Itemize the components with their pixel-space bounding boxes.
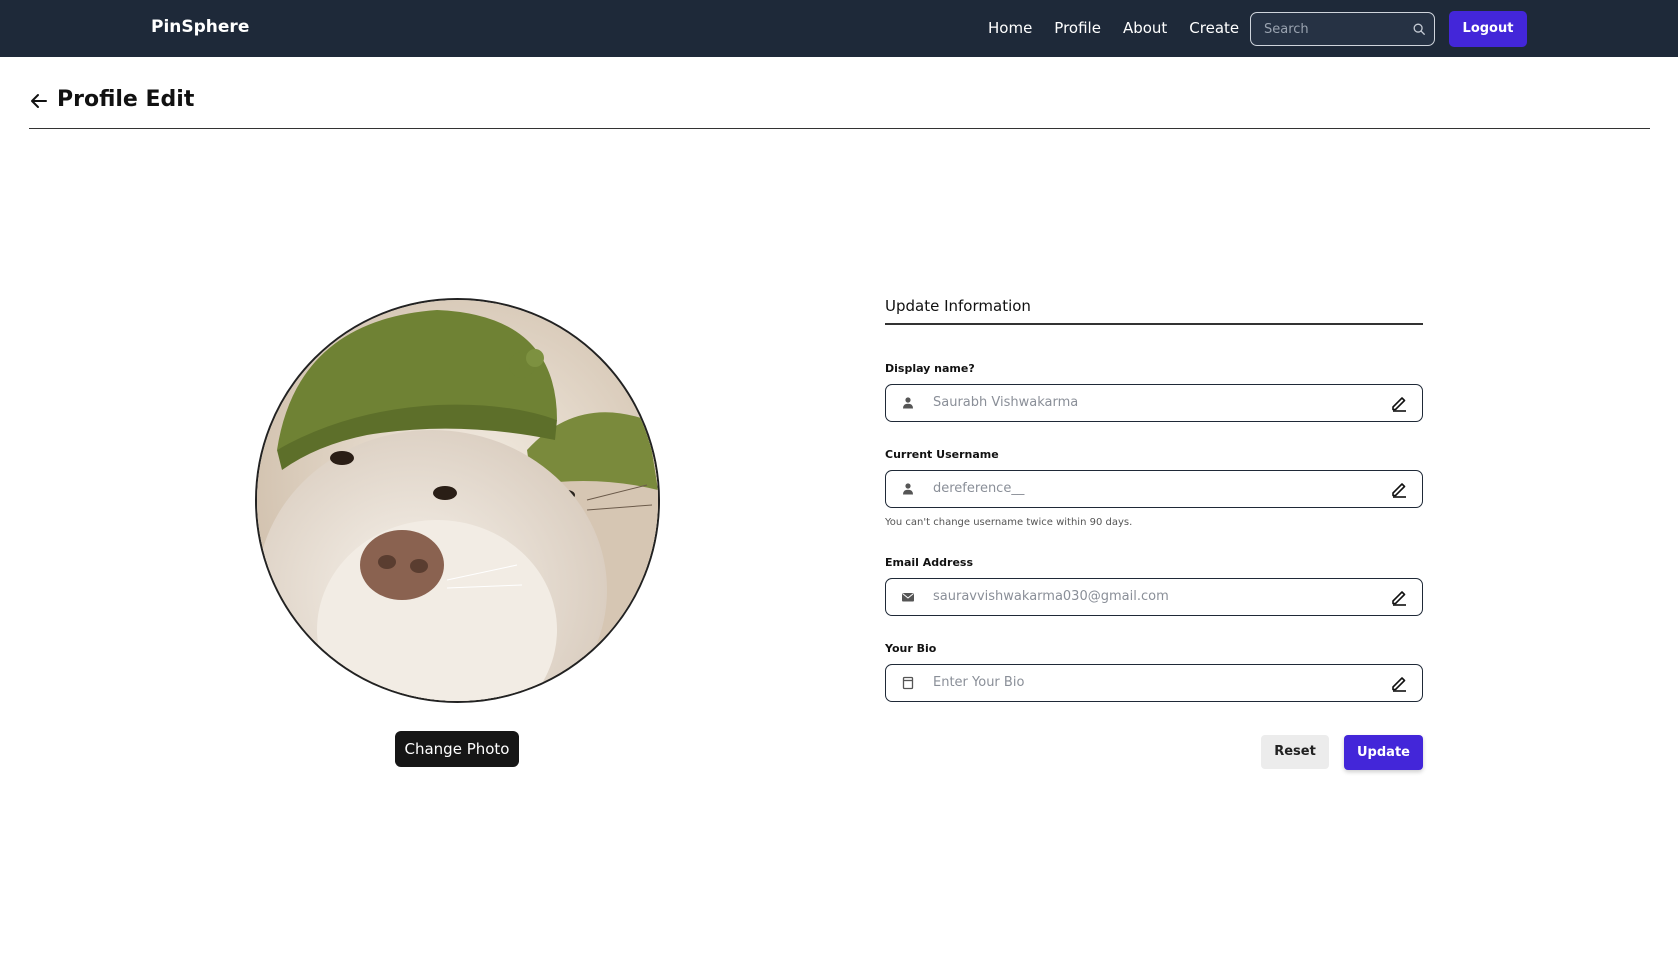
user-icon — [903, 483, 913, 495]
bio-label: Your Bio — [885, 642, 937, 655]
form-title-divider — [885, 323, 1423, 325]
top-navbar: PinSphere Home Profile About Create Logo… — [0, 0, 1678, 57]
search-icon[interactable] — [1412, 22, 1426, 36]
pencil-edit-icon[interactable] — [1390, 674, 1408, 692]
profile-avatar[interactable] — [255, 298, 660, 703]
page-title: Profile Edit — [57, 87, 195, 112]
display-name-field[interactable]: Saurabh Vishwakarma — [885, 384, 1423, 422]
search-box — [1250, 12, 1435, 46]
email-label: Email Address — [885, 556, 974, 569]
username-field[interactable]: dereference__ — [885, 470, 1423, 508]
username-value: dereference__ — [933, 481, 1025, 496]
search-input[interactable] — [1264, 13, 1414, 45]
nav-home[interactable]: Home — [988, 19, 1032, 37]
pencil-edit-icon[interactable] — [1390, 394, 1408, 412]
user-icon — [903, 397, 913, 409]
update-button[interactable]: Update — [1344, 735, 1423, 770]
pencil-edit-icon[interactable] — [1390, 588, 1408, 606]
nav-profile[interactable]: Profile — [1054, 19, 1101, 37]
display-name-label: Display name? — [885, 362, 975, 375]
email-value: sauravvishwakarma030@gmail.com — [933, 589, 1169, 604]
change-photo-button[interactable]: Change Photo — [395, 731, 519, 767]
nav-links: Home Profile About Create — [988, 19, 1239, 37]
pencil-edit-icon[interactable] — [1390, 480, 1408, 498]
title-divider — [29, 128, 1650, 129]
envelope-icon — [902, 593, 914, 602]
back-arrow-icon[interactable] — [29, 91, 49, 111]
logout-button[interactable]: Logout — [1449, 11, 1527, 47]
display-name-value: Saurabh Vishwakarma — [933, 395, 1079, 410]
email-field[interactable]: sauravvishwakarma030@gmail.com — [885, 578, 1423, 616]
nav-about[interactable]: About — [1123, 19, 1167, 37]
reset-button[interactable]: Reset — [1261, 735, 1329, 769]
notebook-icon — [902, 676, 914, 690]
brand-logo[interactable]: PinSphere — [151, 17, 249, 37]
username-label: Current Username — [885, 448, 999, 461]
bio-placeholder: Enter Your Bio — [933, 675, 1025, 690]
bio-field[interactable]: Enter Your Bio — [885, 664, 1423, 702]
avatar-photo — [257, 300, 658, 701]
nav-create[interactable]: Create — [1189, 19, 1239, 37]
username-helper-text: You can't change username twice within 9… — [885, 517, 1133, 528]
form-title: Update Information — [885, 297, 1031, 315]
